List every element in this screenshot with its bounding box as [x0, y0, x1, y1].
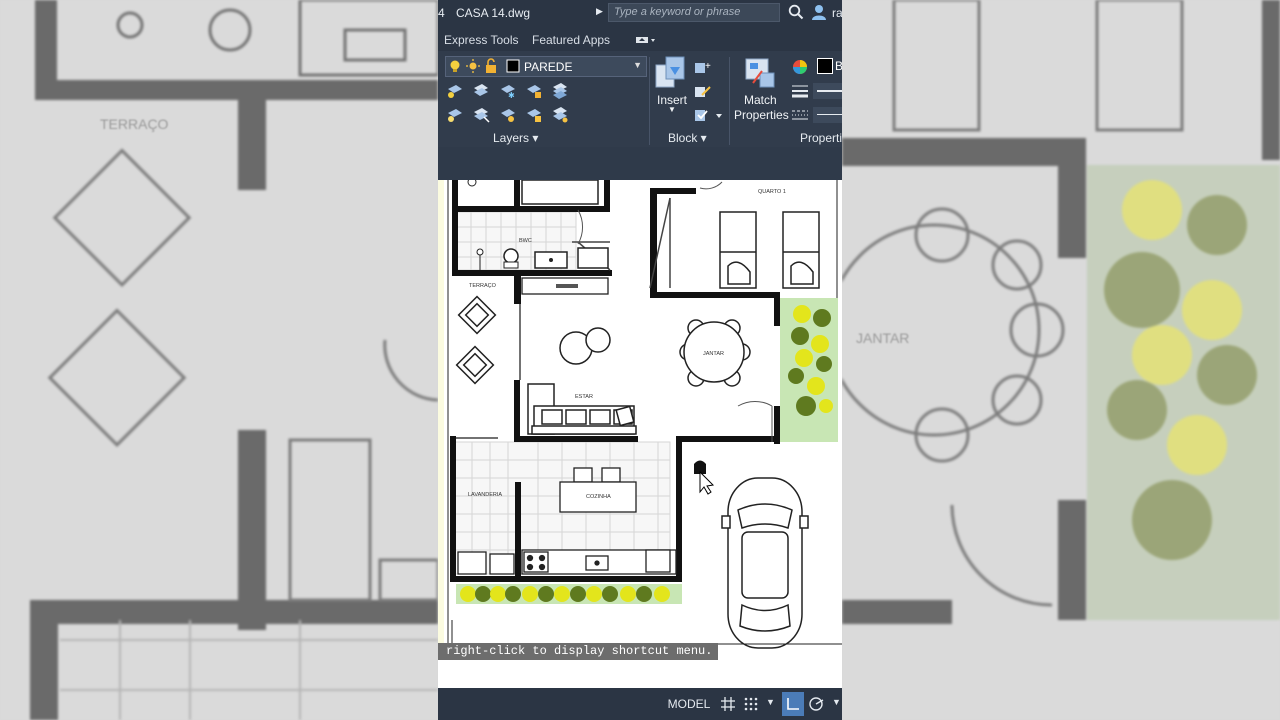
properties-panel-label[interactable]: Propertie: [800, 131, 842, 145]
panel-separator: [729, 57, 730, 145]
svg-text:+: +: [705, 61, 711, 72]
snap-chevron-icon[interactable]: ▼: [766, 697, 775, 707]
ortho-icon: [787, 698, 799, 710]
panel-separator: [649, 57, 650, 145]
layer-unlock-icon[interactable]: [525, 107, 543, 123]
lineweight-dropdown[interactable]: [813, 83, 842, 99]
color-swatch[interactable]: [817, 58, 833, 74]
block-editor-icon[interactable]: [694, 83, 712, 99]
background-room-label: JANTAR: [856, 330, 910, 346]
layer-name: PAREDE: [524, 60, 573, 74]
linetype-icon[interactable]: [791, 107, 809, 123]
background-room-label: TERRAÇO: [100, 116, 169, 132]
room-label-quarto: QUARTO 1: [758, 189, 786, 195]
file-name[interactable]: CASA 14.dwg: [456, 6, 530, 20]
ribbon-panel: PAREDE ▼ ✱ Layers ▾ Insert ▼ + Block ▾ M…: [438, 51, 842, 147]
block-attributes-icon[interactable]: [694, 107, 724, 123]
lineweight-icon[interactable]: [791, 83, 809, 99]
model-space-button[interactable]: MODEL: [667, 697, 711, 711]
tab-express-tools[interactable]: Express Tools: [444, 33, 518, 47]
title-arrow-icon[interactable]: ▶: [596, 6, 603, 17]
layer-freeze-icon[interactable]: ✱: [499, 83, 517, 99]
title-prefix: 4: [438, 6, 445, 20]
layer-state-icons: [450, 58, 520, 73]
layer-isolate-icon[interactable]: [472, 83, 490, 99]
room-label-lavanderia: LAVANDERIA: [468, 492, 502, 498]
background-right-plan: [842, 0, 1280, 720]
background-left-zoom: TERRAÇO: [0, 0, 438, 720]
layer-tools-row-1: ✱: [446, 83, 574, 102]
layer-stack-icon[interactable]: [551, 83, 569, 99]
room-label-estar: ESTAR: [575, 394, 593, 400]
layer-tools-row-2: [446, 107, 574, 126]
drawing-canvas[interactable]: QUARTO 1 BWC TERRAÇO JANTAR ESTAR LAVAND…: [438, 177, 842, 688]
ribbon-tabs: Express Tools Featured Apps: [438, 27, 842, 51]
file-tab-band: [438, 147, 842, 180]
polar-tracking-icon[interactable]: [808, 696, 824, 712]
user-icon[interactable]: [810, 3, 828, 21]
status-bar: MODEL ▼ ▼: [438, 688, 842, 720]
title-bar: 4 CASA 14.dwg ▶ Type a keyword or phrase…: [438, 0, 842, 27]
layers-panel-label[interactable]: Layers ▾: [493, 131, 538, 145]
layer-on-icon[interactable]: [446, 107, 464, 123]
layer-walk-icon[interactable]: [551, 107, 569, 123]
create-block-icon[interactable]: +: [694, 59, 712, 75]
layer-lock-icon[interactable]: [525, 83, 543, 99]
room-label-terraco: TERRAÇO: [469, 283, 497, 289]
car-top-view: [721, 477, 809, 649]
command-hint: right-click to display shortcut menu.: [438, 643, 719, 660]
svg-text:✱: ✱: [508, 91, 515, 99]
match-label-line-2[interactable]: Properties: [734, 108, 789, 122]
floor-plan[interactable]: QUARTO 1 BWC TERRAÇO JANTAR ESTAR LAVAND…: [438, 177, 842, 688]
background-left-plan: [0, 0, 438, 720]
snap-icon[interactable]: [743, 696, 759, 712]
search-input[interactable]: Type a keyword or phrase: [608, 3, 780, 22]
layer-thaw-icon[interactable]: [499, 107, 517, 123]
block-panel-label[interactable]: Block ▾: [668, 131, 707, 145]
match-label-line-1[interactable]: Match: [744, 93, 777, 107]
background-right-zoom: JANTAR: [842, 0, 1280, 720]
insert-chevron-icon[interactable]: ▼: [668, 105, 676, 114]
polar-chevron-icon[interactable]: ▼: [832, 697, 841, 707]
user-name[interactable]: ra: [832, 6, 842, 20]
plant-row: [456, 584, 682, 604]
autocad-window: 4 CASA 14.dwg ▶ Type a keyword or phrase…: [438, 0, 842, 720]
layer-dropdown[interactable]: PAREDE ▼: [445, 56, 647, 77]
color-wheel-icon[interactable]: [791, 58, 809, 76]
color-value[interactable]: B: [835, 59, 842, 73]
match-properties-icon[interactable]: [744, 57, 776, 89]
search-icon[interactable]: [788, 4, 804, 20]
room-label-bwc: BWC: [519, 238, 532, 244]
counter-sink: [556, 284, 578, 288]
ribbon-minimize-icon[interactable]: [636, 36, 656, 44]
tab-featured-apps[interactable]: Featured Apps: [532, 33, 610, 47]
insert-block-icon[interactable]: [654, 55, 688, 89]
ortho-toggle[interactable]: [782, 692, 804, 716]
linetype-dropdown[interactable]: [813, 107, 842, 123]
layer-off-icon[interactable]: [446, 83, 464, 99]
layer-match-icon[interactable]: [472, 107, 490, 123]
chevron-down-icon: ▼: [633, 60, 642, 70]
grid-icon[interactable]: [720, 696, 736, 712]
room-label-cozinha: COZINHA: [586, 494, 611, 500]
room-label-jantar: JANTAR: [703, 351, 724, 357]
